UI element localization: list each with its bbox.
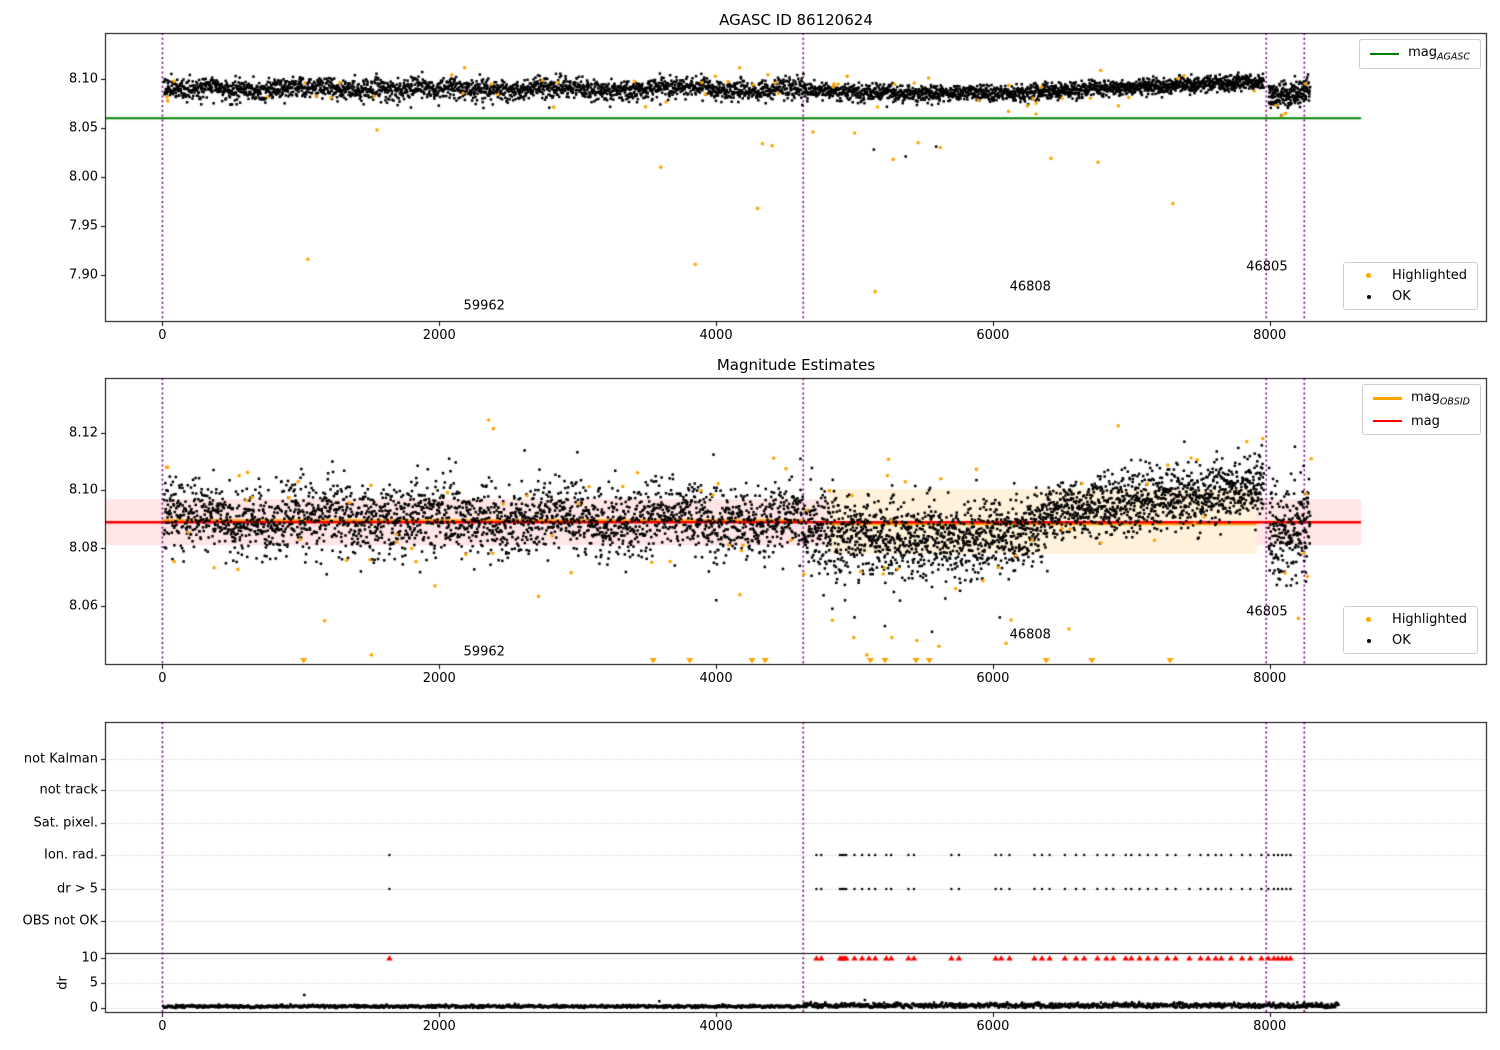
annotation-obsid-59962: 59962	[463, 298, 505, 314]
legend-label: OK	[1392, 289, 1411, 304]
legend-item-mag-agasc: magAGASC	[1370, 45, 1470, 63]
x-tick-label: 2000	[422, 671, 456, 686]
legend-markers-middle: Highlighted OK	[1343, 606, 1478, 654]
legend-label: OK	[1392, 633, 1411, 648]
red-line-swatch-icon	[1372, 420, 1402, 423]
legend-label: Highlighted	[1392, 612, 1467, 627]
flag-category-label: Sat. pixel.	[33, 815, 98, 831]
legend-label: magOBSID	[1410, 390, 1470, 408]
annotation-obsid-46808: 46808	[1009, 279, 1051, 295]
x-tick-label: 0	[158, 671, 167, 686]
legend-markers-top: Highlighted OK	[1343, 262, 1478, 310]
legend-label: mag	[1410, 413, 1440, 429]
y-tick-label: 7.95	[69, 218, 98, 234]
annotation-obsid-59962: 59962	[463, 644, 505, 660]
figure-canvas	[0, 0, 1500, 1050]
orange-dot-swatch-icon	[1354, 617, 1383, 622]
y-tick-label: 8.12	[69, 425, 98, 441]
y-tick-label: 8.08	[69, 540, 98, 556]
flag-category-label: dr > 5	[56, 881, 98, 897]
annotation-obsid-46805: 46805	[1246, 604, 1288, 620]
dr-tick-label: 10	[81, 950, 98, 966]
x-tick-label: 6000	[976, 328, 1010, 343]
annotation-obsid-46805: 46805	[1246, 259, 1288, 275]
black-dot-swatch-icon	[1354, 638, 1383, 643]
y-tick-label: 8.05	[69, 120, 98, 136]
legend-item-mag-obsid: magOBSID	[1372, 390, 1470, 408]
legend-item-mag: mag	[1372, 413, 1470, 429]
legend-label: Highlighted	[1392, 268, 1467, 283]
flag-category-label: OBS not OK	[22, 913, 99, 929]
middle-plot-title: Magnitude Estimates	[716, 356, 876, 374]
x-tick-label: 6000	[976, 1019, 1010, 1034]
black-dot-swatch-icon	[1354, 294, 1383, 299]
y-tick-label: 8.10	[69, 482, 98, 498]
dr-tick-label: 0	[89, 1000, 98, 1016]
top-plot-title: AGASC ID 86120624	[719, 11, 873, 29]
x-tick-label: 0	[158, 1019, 167, 1034]
x-tick-label: 8000	[1253, 671, 1287, 686]
matplotlib-figure: AGASC ID 86120624 Magnitude Estimates 0 2…	[0, 0, 1500, 1050]
green-line-swatch-icon	[1370, 52, 1400, 55]
legend-label: magAGASC	[1408, 45, 1470, 63]
x-tick-label: 6000	[976, 671, 1010, 686]
y-tick-label: 8.06	[69, 598, 98, 614]
flag-category-label: Ion. rad.	[44, 847, 98, 863]
legend-mag-agasc: magAGASC	[1359, 39, 1481, 69]
x-tick-label: 2000	[422, 1019, 456, 1034]
legend-item-highlighted: Highlighted	[1354, 268, 1467, 283]
legend-item-ok: OK	[1354, 633, 1467, 648]
legend-mag-obsid: magOBSID mag	[1361, 384, 1481, 435]
legend-item-highlighted: Highlighted	[1354, 612, 1467, 627]
flag-category-label: not track	[39, 782, 98, 798]
dr-tick-label: 5	[89, 975, 98, 991]
y-tick-label: 7.90	[69, 267, 98, 283]
x-tick-label: 4000	[699, 1019, 733, 1034]
annotation-obsid-46808: 46808	[1009, 627, 1051, 643]
x-tick-label: 8000	[1253, 1019, 1287, 1034]
x-tick-label: 4000	[699, 328, 733, 343]
orange-line-swatch-icon	[1372, 397, 1402, 401]
flag-category-label: not Kalman	[23, 751, 98, 767]
dr-axis-label: dr	[55, 976, 71, 990]
y-tick-label: 8.10	[69, 71, 98, 87]
y-tick-label: 8.00	[69, 169, 98, 185]
x-tick-label: 4000	[699, 671, 733, 686]
x-tick-label: 0	[158, 328, 167, 343]
orange-dot-swatch-icon	[1354, 273, 1383, 278]
legend-item-ok: OK	[1354, 289, 1467, 304]
x-tick-label: 2000	[422, 328, 456, 343]
x-tick-label: 8000	[1253, 328, 1287, 343]
